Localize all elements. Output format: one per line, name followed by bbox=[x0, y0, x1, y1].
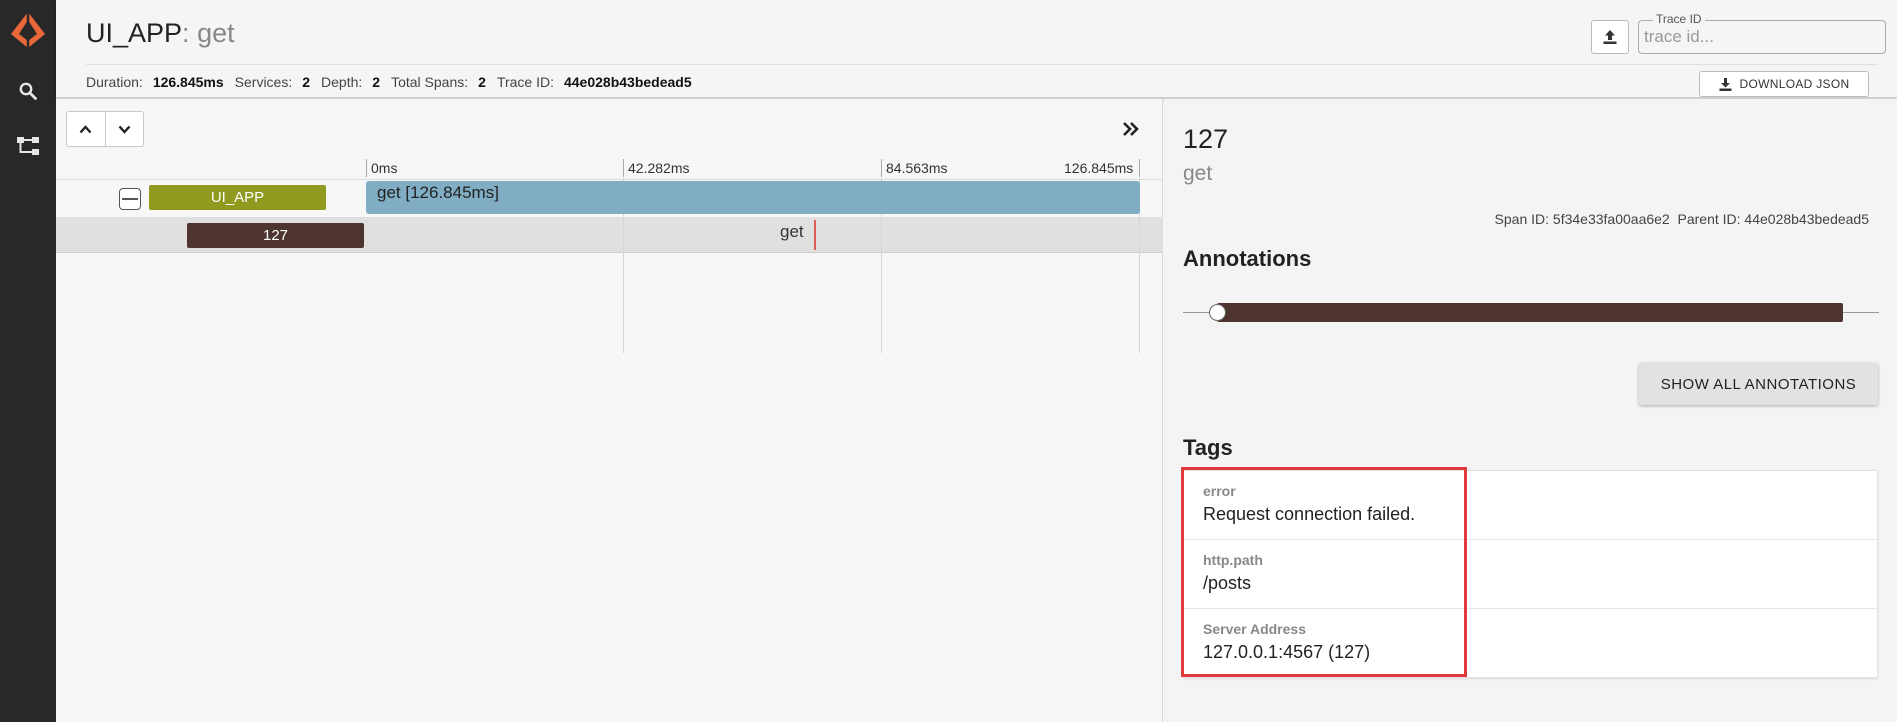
summary-total-spans-value: 2 bbox=[478, 74, 486, 90]
left-nav-rail bbox=[0, 0, 56, 722]
trace-id-input[interactable] bbox=[1640, 22, 1884, 52]
summary-depth-label: Depth: bbox=[321, 74, 363, 90]
summary-services: Services: 2 bbox=[235, 74, 310, 90]
tick-line-2 bbox=[881, 159, 882, 177]
trace-timeline: 0ms 42.282ms 84.563ms 126.845ms UI_APP g… bbox=[56, 99, 1163, 722]
tick-label: 126.845ms bbox=[1064, 160, 1134, 176]
summary-duration-label: Duration: bbox=[86, 74, 143, 90]
tag-key: http.path bbox=[1203, 552, 1263, 568]
span-detail-panel: 127 get Span ID: 5f34e33fa00aa6e2 Parent… bbox=[1164, 99, 1897, 722]
trace-id-field: Trace ID bbox=[1638, 12, 1886, 54]
summary-depth: Depth: 2 bbox=[321, 74, 380, 90]
service-badge[interactable]: UI_APP bbox=[149, 185, 326, 210]
parent-id-label: Parent ID: bbox=[1677, 211, 1741, 227]
tick-line-0 bbox=[366, 159, 367, 177]
tag-value: 127.0.0.1:4567 (127) bbox=[1203, 642, 1371, 662]
summary-trace-id-label: Trace ID: bbox=[496, 74, 554, 90]
detail-ids: Span ID: 5f34e33fa00aa6e2 Parent ID: 44e… bbox=[1495, 211, 1869, 227]
double-chevron-right-icon bbox=[1123, 122, 1139, 136]
title-service-name: UI_APP bbox=[86, 18, 183, 48]
summary-services-value: 2 bbox=[302, 74, 311, 90]
dependencies-icon[interactable] bbox=[0, 131, 56, 161]
next-span-button[interactable] bbox=[104, 112, 143, 146]
summary-duration-value: 126.845ms bbox=[152, 74, 224, 90]
annotation-bar[interactable] bbox=[1217, 303, 1843, 322]
title-span-name: get bbox=[197, 18, 235, 48]
upload-trace-button[interactable] bbox=[1591, 20, 1629, 54]
child-span-label: get bbox=[780, 222, 804, 241]
tick-label: 42.282ms bbox=[628, 160, 690, 176]
tags-list: error Request connection failed. http.pa… bbox=[1183, 470, 1878, 678]
show-all-annotations-button[interactable]: SHOW ALL ANNOTATIONS bbox=[1639, 363, 1878, 405]
span-id-label: Span ID: bbox=[1494, 211, 1550, 227]
service-badge[interactable]: 127 bbox=[187, 223, 364, 248]
chevron-down-icon bbox=[118, 125, 131, 134]
annotation-marker[interactable] bbox=[1209, 304, 1226, 321]
trace-summary: Duration: 126.845ms Services: 2 Depth: 2… bbox=[86, 74, 692, 90]
summary-duration: Duration: 126.845ms bbox=[86, 74, 224, 90]
summary-services-label: Services: bbox=[234, 74, 293, 90]
row-divider bbox=[56, 179, 1163, 180]
chevron-up-icon bbox=[80, 124, 92, 133]
span-nav-buttons bbox=[66, 111, 144, 147]
summary-trace-id: Trace ID: 44e028b43bedead5 bbox=[497, 74, 692, 90]
summary-total-spans-label: Total Spans: bbox=[391, 74, 469, 90]
service-badge-label: UI_APP bbox=[210, 189, 265, 206]
tag-row: error Request connection failed. bbox=[1184, 471, 1877, 540]
download-icon bbox=[1719, 77, 1732, 91]
span-bar[interactable]: get [126.845ms] bbox=[366, 181, 1140, 214]
tag-value: /posts bbox=[1203, 573, 1252, 593]
tag-key: error bbox=[1203, 483, 1236, 499]
tag-row: http.path /posts bbox=[1184, 540, 1877, 609]
detail-span-title: 127 bbox=[1183, 124, 1229, 154]
parent-id-value: 44e028b43bedead5 bbox=[1744, 211, 1869, 227]
download-json-label: DOWNLOAD JSON bbox=[1739, 77, 1850, 91]
summary-depth-value: 2 bbox=[372, 74, 381, 90]
page-title: UI_APP: get bbox=[86, 16, 235, 50]
span-bar-label: get [126.845ms] bbox=[377, 183, 499, 202]
span-id-value: 5f34e33fa00aa6e2 bbox=[1552, 211, 1670, 227]
search-icon[interactable] bbox=[0, 76, 56, 106]
trace-header: UI_APP: get Trace ID Duration: 126.845ms… bbox=[56, 0, 1897, 98]
title-separator: : bbox=[182, 18, 190, 48]
tick-line-1 bbox=[623, 159, 624, 177]
collapse-toggle-button[interactable] bbox=[119, 188, 141, 210]
tag-row: Server Address 127.0.0.1:4567 (127) bbox=[1184, 609, 1877, 678]
download-json-button[interactable]: DOWNLOAD JSON bbox=[1699, 71, 1869, 97]
tag-key: Server Address bbox=[1203, 621, 1306, 637]
tags-heading: Tags bbox=[1183, 435, 1233, 460]
summary-trace-id-value: 44e028b43bedead5 bbox=[563, 74, 692, 90]
tag-value: Request connection failed. bbox=[1203, 504, 1416, 524]
previous-span-button[interactable] bbox=[67, 112, 105, 146]
tick-label: 84.563ms bbox=[886, 160, 948, 176]
detail-span-name: get bbox=[1183, 162, 1213, 185]
upload-icon bbox=[1603, 30, 1617, 44]
zipkin-logo-icon[interactable] bbox=[0, 8, 56, 52]
expand-detail-button[interactable] bbox=[1116, 115, 1146, 143]
annotations-heading: Annotations bbox=[1183, 246, 1312, 271]
summary-total-spans: Total Spans: 2 bbox=[391, 74, 486, 90]
child-span-marker[interactable] bbox=[814, 220, 816, 250]
tick-label: 0ms bbox=[371, 160, 398, 176]
service-badge-label: 127 bbox=[262, 227, 289, 244]
header-divider bbox=[86, 64, 1878, 65]
tick-line-3 bbox=[1139, 159, 1140, 177]
